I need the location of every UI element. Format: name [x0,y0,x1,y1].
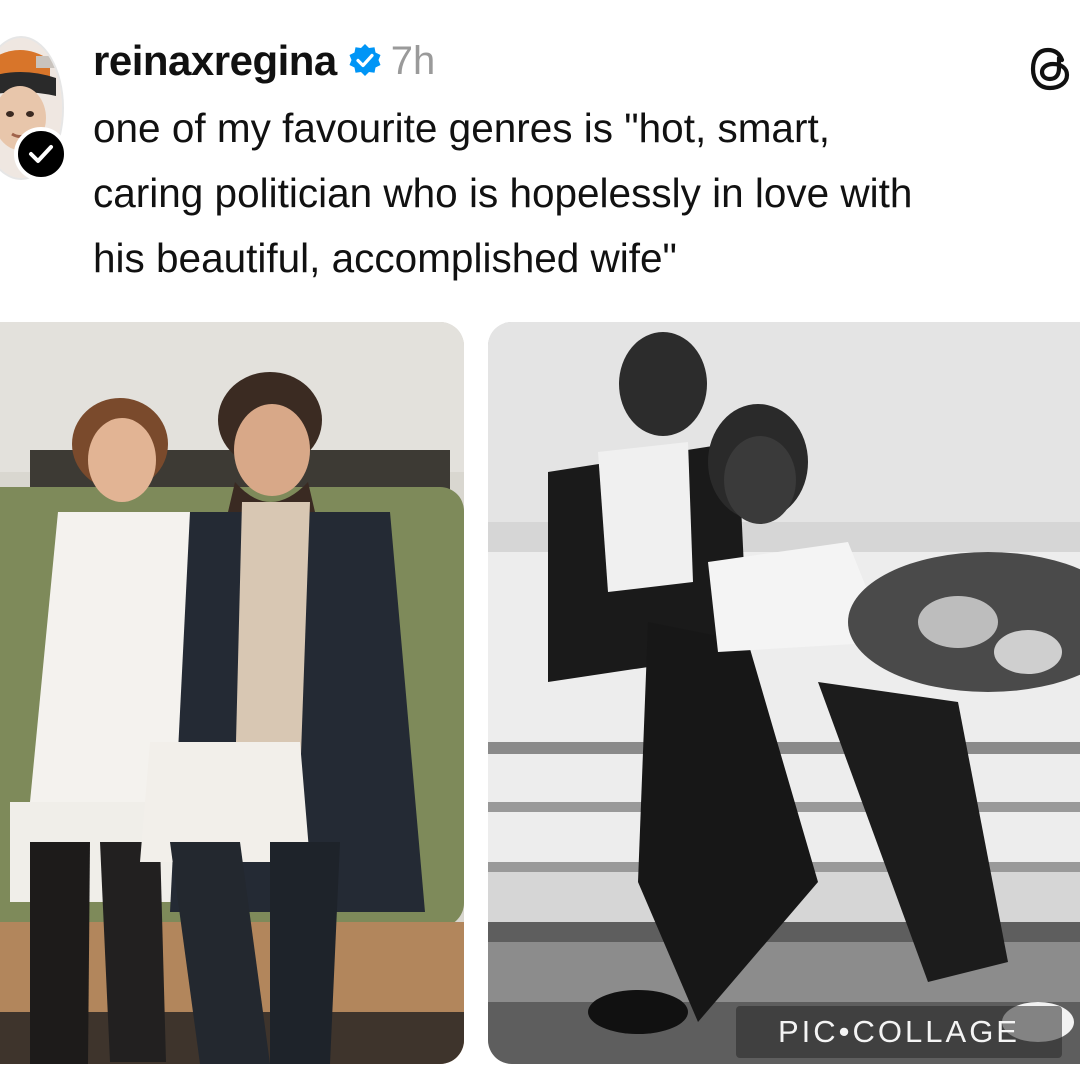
post-header: reinaxregina 7h [93,36,435,86]
post-text: one of my favourite genres is "hot, smar… [93,105,913,281]
threads-logo-icon[interactable] [1026,44,1076,94]
watermark: PIC•COLLAGE [736,1006,1062,1058]
post-timestamp: 7h [390,38,436,83]
threads-post-screenshot: reinaxregina 7h one of my favourite genr… [0,0,1080,1080]
username[interactable]: reinaxregina [93,37,337,85]
checkmark-icon [29,145,53,163]
verified-badge-icon [347,43,383,79]
photo-left[interactable] [0,322,464,1064]
photo-right[interactable] [488,322,1080,1064]
avatar-verified-badge [14,127,68,181]
